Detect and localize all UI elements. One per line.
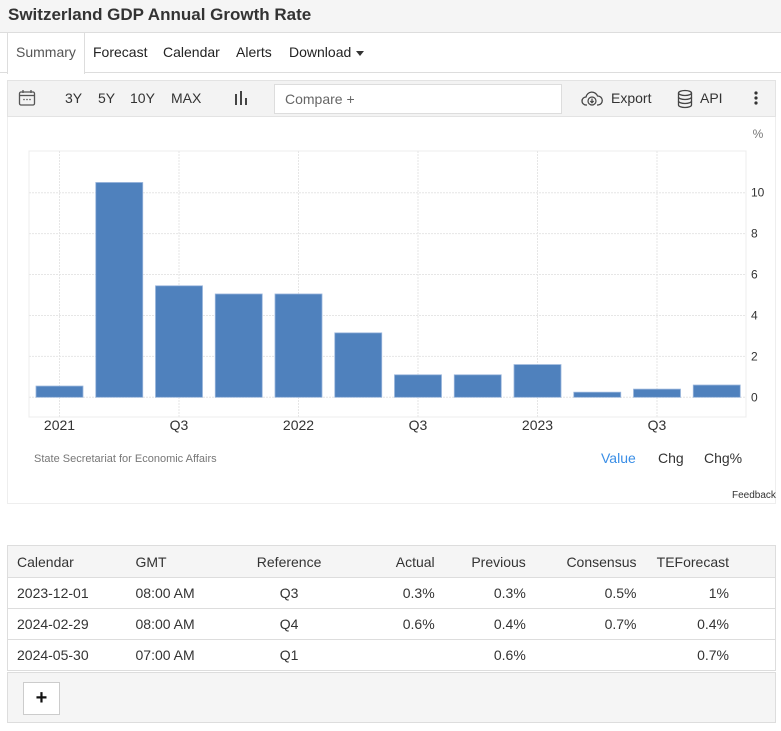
y-tick-label: 4 [751, 308, 758, 322]
header-teforecast: TEForecast [648, 545, 776, 578]
cell-previous: 0.6% [442, 639, 534, 671]
cell-previous: 0.4% [442, 608, 534, 640]
table-row: 2024-02-29 08:00 AM Q4 0.6% 0.4% 0.7% 0.4% [7, 608, 776, 640]
bar-2021-q3[interactable] [155, 285, 203, 398]
cell-date: 2024-05-30 [7, 639, 136, 671]
bar-2021-q4[interactable] [214, 293, 263, 398]
x-tick-label: 2022 [283, 417, 314, 433]
bar-2021-q1[interactable] [35, 385, 84, 398]
header-gmt: GMT [135, 545, 238, 578]
cell-consensus: 0.5% [533, 577, 649, 609]
cell-teforecast: 0.4% [648, 608, 776, 640]
cell-reference: Q1 [237, 639, 341, 671]
table-row: 2023-12-01 08:00 AM Q3 0.3% 0.3% 0.5% 1% [7, 577, 776, 609]
cell-consensus: 0.7% [533, 608, 649, 640]
table-row: 2024-05-30 07:00 AM Q1 0.6% 0.7% [7, 639, 776, 671]
x-tick-label: 2023 [522, 417, 553, 433]
y-tick-label: 6 [751, 268, 758, 282]
cell-date: 2024-02-29 [7, 608, 136, 640]
y-tick-label: 2 [751, 349, 758, 363]
bar-2021-q2[interactable] [95, 182, 144, 398]
y-tick-label: 0 [751, 390, 758, 404]
table-header-row: Calendar GMT Reference Actual Previous C… [7, 545, 776, 578]
y-axis-unit-label: % [753, 127, 764, 141]
bar-2023-q3[interactable] [633, 388, 681, 398]
cell-consensus [533, 639, 649, 671]
x-tick-label: 2021 [44, 417, 75, 433]
cell-teforecast: 0.7% [648, 639, 776, 671]
mode-chg-percent-button[interactable]: Chg% [704, 450, 742, 466]
table-footer: + [7, 672, 776, 723]
calendar-table: Calendar GMT Reference Actual Previous C… [7, 545, 776, 671]
cell-previous: 0.3% [442, 577, 534, 609]
mode-value-button[interactable]: Value [601, 450, 636, 466]
mode-chg-button[interactable]: Chg [658, 450, 684, 466]
bar-2022-q2[interactable] [334, 332, 383, 398]
cell-actual [340, 639, 443, 671]
cell-time: 08:00 AM [135, 608, 238, 640]
header-calendar: Calendar [7, 545, 136, 578]
cell-reference: Q3 [237, 577, 341, 609]
cell-time: 07:00 AM [135, 639, 238, 671]
bar-2022-q4[interactable] [453, 374, 502, 398]
feedback-link[interactable]: Feedback [732, 490, 776, 501]
cell-reference: Q4 [237, 608, 341, 640]
bar-2023-q1[interactable] [513, 364, 562, 398]
y-tick-label: 8 [751, 227, 758, 241]
chart-source: State Secretariat for Economic Affairs [34, 453, 217, 465]
header-actual: Actual [340, 545, 443, 578]
bar-2023-q2[interactable] [573, 391, 622, 398]
x-tick-label: Q3 [648, 417, 667, 433]
y-tick-label: 10 [751, 186, 765, 200]
x-tick-label: Q3 [170, 417, 189, 433]
cell-actual: 0.3% [340, 577, 443, 609]
cell-teforecast: 1% [648, 577, 776, 609]
add-event-button[interactable]: + [23, 682, 60, 715]
cell-date: 2023-12-01 [7, 577, 136, 609]
cell-actual: 0.6% [340, 608, 443, 640]
header-consensus: Consensus [533, 545, 649, 578]
cell-time: 08:00 AM [135, 577, 238, 609]
bar-2022-q1[interactable] [274, 293, 323, 398]
header-previous: Previous [442, 545, 534, 578]
bar-2023-q4[interactable] [692, 384, 741, 398]
x-tick-label: Q3 [409, 417, 428, 433]
bar-chart: 2021 Q3 2022 Q3 2023 Q3 0 2 4 6 8 10 % [28, 127, 765, 433]
bar-2022-q3[interactable] [394, 374, 442, 398]
header-reference: Reference [237, 545, 341, 578]
